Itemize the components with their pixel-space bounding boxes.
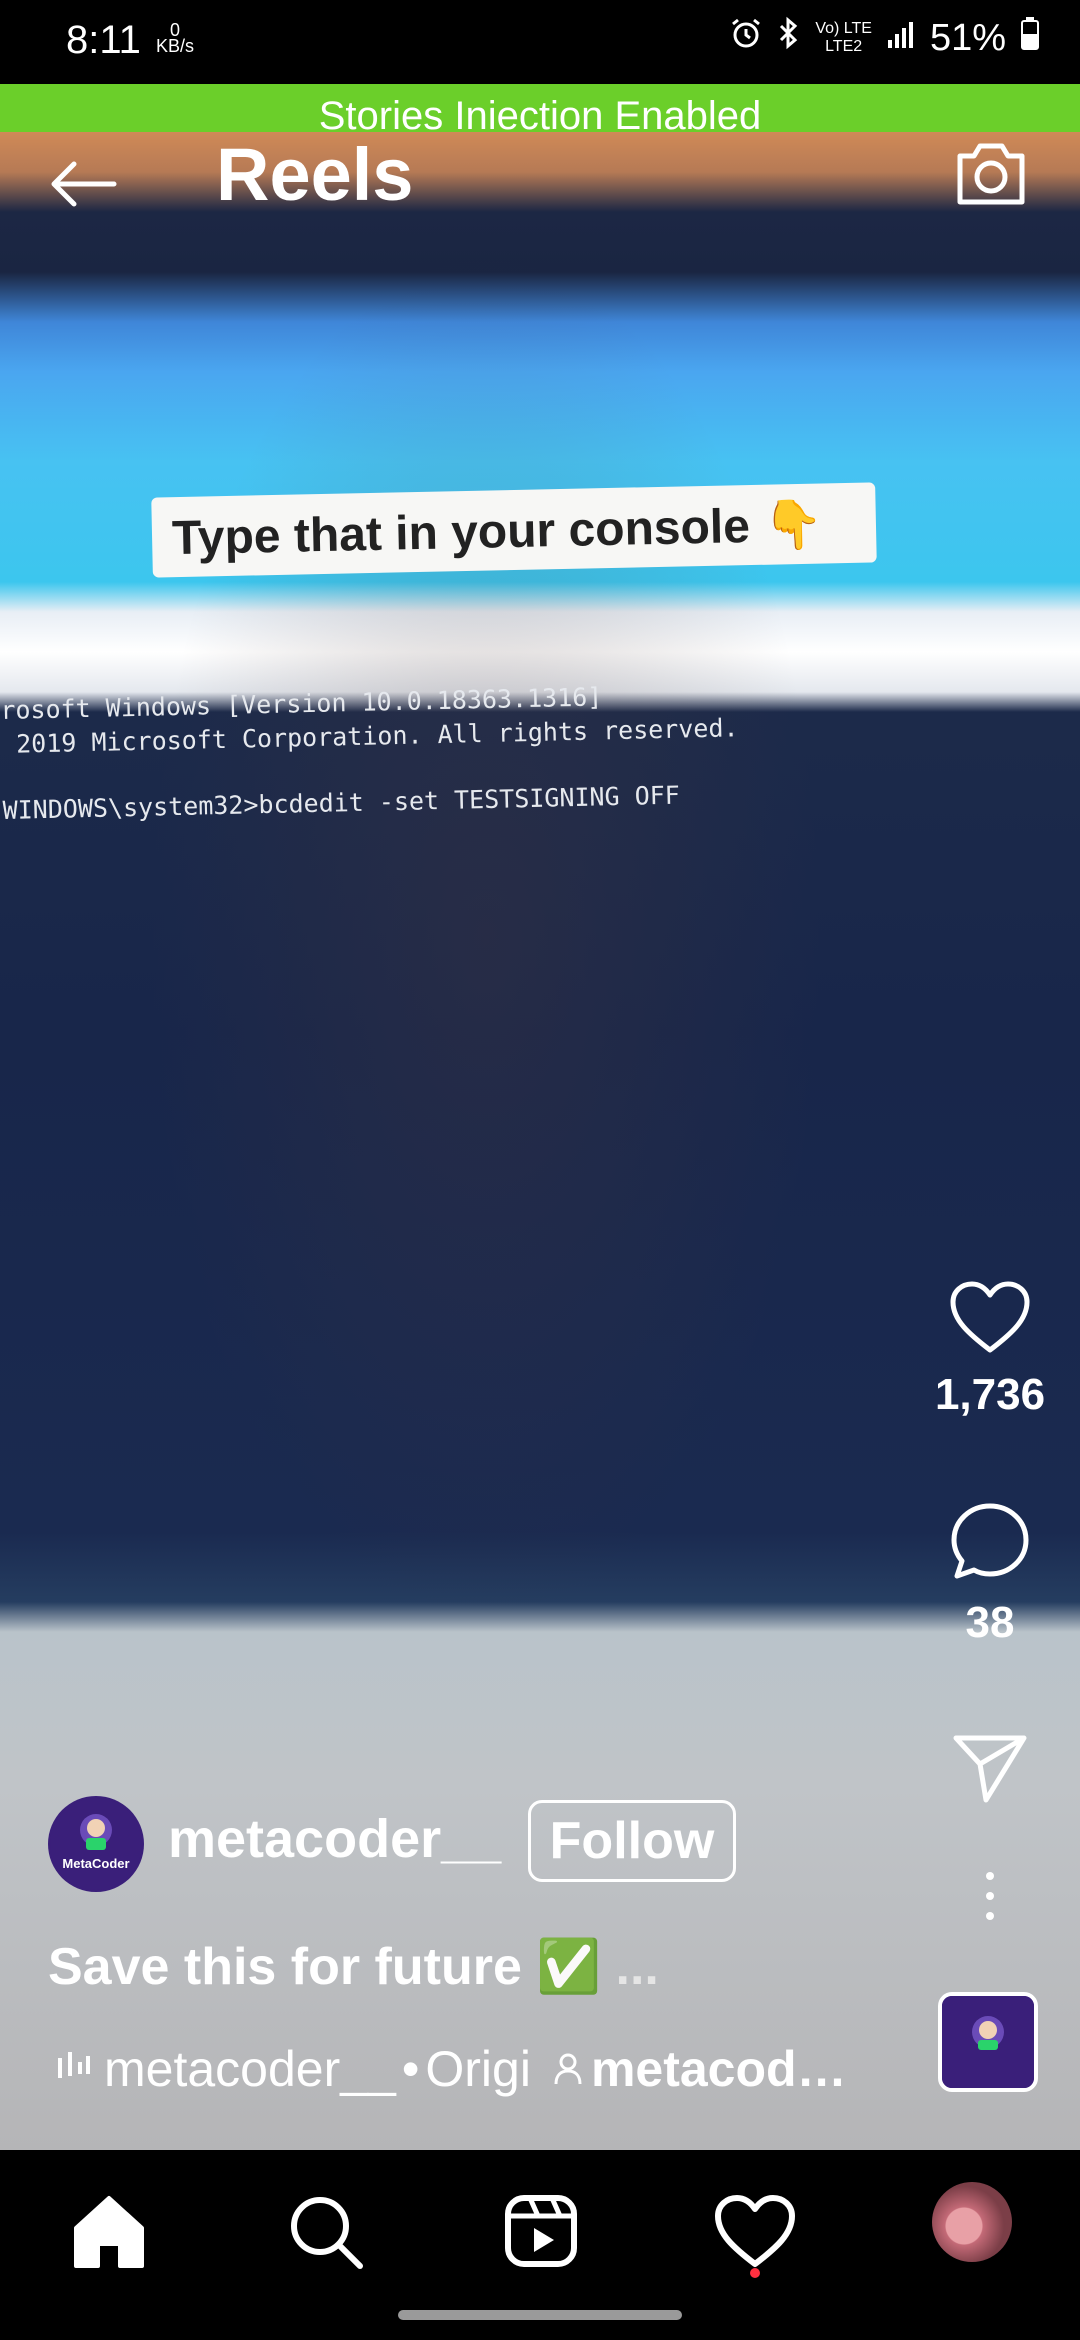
network-label: Vo) LTE LTE2 bbox=[815, 20, 872, 56]
send-icon bbox=[953, 1735, 1027, 1803]
like-count: 1,736 bbox=[934, 1370, 1046, 1419]
post-caption[interactable]: Save this for future ✅ ... bbox=[48, 1936, 659, 1997]
bluetooth-icon bbox=[777, 16, 801, 60]
caption-more[interactable]: ... bbox=[601, 1938, 659, 1996]
audio-type: Origi bbox=[425, 2041, 531, 2097]
nav-home[interactable] bbox=[64, 2186, 154, 2276]
camera-button[interactable] bbox=[950, 132, 1032, 214]
post-caption-text: Save this for future ✅ bbox=[48, 1938, 602, 1996]
follow-button[interactable]: Follow bbox=[528, 1800, 736, 1882]
back-button[interactable] bbox=[44, 142, 120, 218]
comment-action: 38 bbox=[930, 1500, 1050, 1648]
audio-wave-icon bbox=[56, 2040, 92, 2098]
comment-count: 38 bbox=[965, 1598, 1015, 1647]
console-output: rosoft Windows [Version 10.0.18363.1316]… bbox=[0, 671, 1003, 828]
network-label-bottom: LTE2 bbox=[825, 38, 863, 55]
search-icon bbox=[291, 2197, 363, 2269]
camera-icon bbox=[957, 143, 1025, 205]
more-vertical-icon bbox=[986, 1872, 994, 1920]
network-label-top: Vo) LTE bbox=[815, 20, 872, 37]
injection-banner: Stories Iniection Enabled bbox=[0, 84, 1080, 132]
author-avatar-image bbox=[50, 1798, 142, 1890]
nav-activity[interactable] bbox=[710, 2186, 800, 2276]
share-button[interactable] bbox=[930, 1730, 1050, 1806]
network-speed: 0 KB/s bbox=[156, 21, 195, 56]
heart-icon bbox=[715, 2195, 795, 2267]
status-bar: 8:11 0 KB/s Vo) LTE LTE2 51% bbox=[0, 0, 1080, 84]
audio-separator: • bbox=[401, 2041, 420, 2097]
gesture-home-indicator[interactable] bbox=[398, 2310, 682, 2320]
home-icon bbox=[74, 2196, 144, 2268]
network-speed-unit: KB/s bbox=[156, 36, 195, 56]
heart-icon[interactable] bbox=[949, 1280, 1031, 1354]
author-avatar-label: MetaCoder bbox=[62, 1856, 130, 1871]
nav-reels[interactable] bbox=[496, 2186, 586, 2276]
back-arrow-icon bbox=[51, 161, 117, 207]
battery-icon bbox=[1020, 16, 1040, 60]
audio-thumbnail-image bbox=[942, 1996, 1034, 2088]
nav-profile-avatar[interactable] bbox=[932, 2182, 1012, 2262]
signal-icon bbox=[886, 17, 916, 60]
video-overlay-caption: Type that in your console 👇 bbox=[151, 482, 877, 578]
nav-search[interactable] bbox=[280, 2186, 370, 2276]
tagged-username: metacod… bbox=[590, 2041, 847, 2097]
author-avatar[interactable]: MetaCoder bbox=[48, 1796, 144, 1892]
alarm-icon bbox=[729, 16, 763, 60]
audio-info[interactable]: metacoder__ • Origi metacod… bbox=[56, 2040, 847, 2098]
page-title: Reels bbox=[216, 133, 414, 216]
like-action: 1,736 bbox=[930, 1280, 1050, 1420]
audio-thumbnail[interactable] bbox=[938, 1992, 1038, 2092]
status-icons: Vo) LTE LTE2 51% bbox=[729, 16, 1040, 60]
status-time: 8:11 bbox=[66, 18, 141, 62]
video-overlay-caption-text: Type that in your console 👇 bbox=[171, 498, 824, 565]
comment-icon[interactable] bbox=[949, 1500, 1031, 1582]
bottom-navigation bbox=[0, 2150, 1080, 2340]
author-username[interactable]: metacoder__ bbox=[168, 1808, 501, 1870]
injection-banner-text: Stories Iniection Enabled bbox=[318, 94, 762, 132]
notification-dot bbox=[750, 2268, 760, 2278]
reels-icon bbox=[505, 2195, 577, 2267]
tagged-user-icon bbox=[553, 2040, 583, 2098]
more-options-button[interactable] bbox=[960, 1866, 1020, 1926]
reels-screen: 8:11 0 KB/s Vo) LTE LTE2 51% Stories Ini… bbox=[0, 0, 1080, 2340]
audio-username: metacoder__ bbox=[104, 2041, 396, 2097]
battery-percent: 51% bbox=[929, 16, 1006, 59]
reels-header: Reels bbox=[0, 132, 1080, 242]
